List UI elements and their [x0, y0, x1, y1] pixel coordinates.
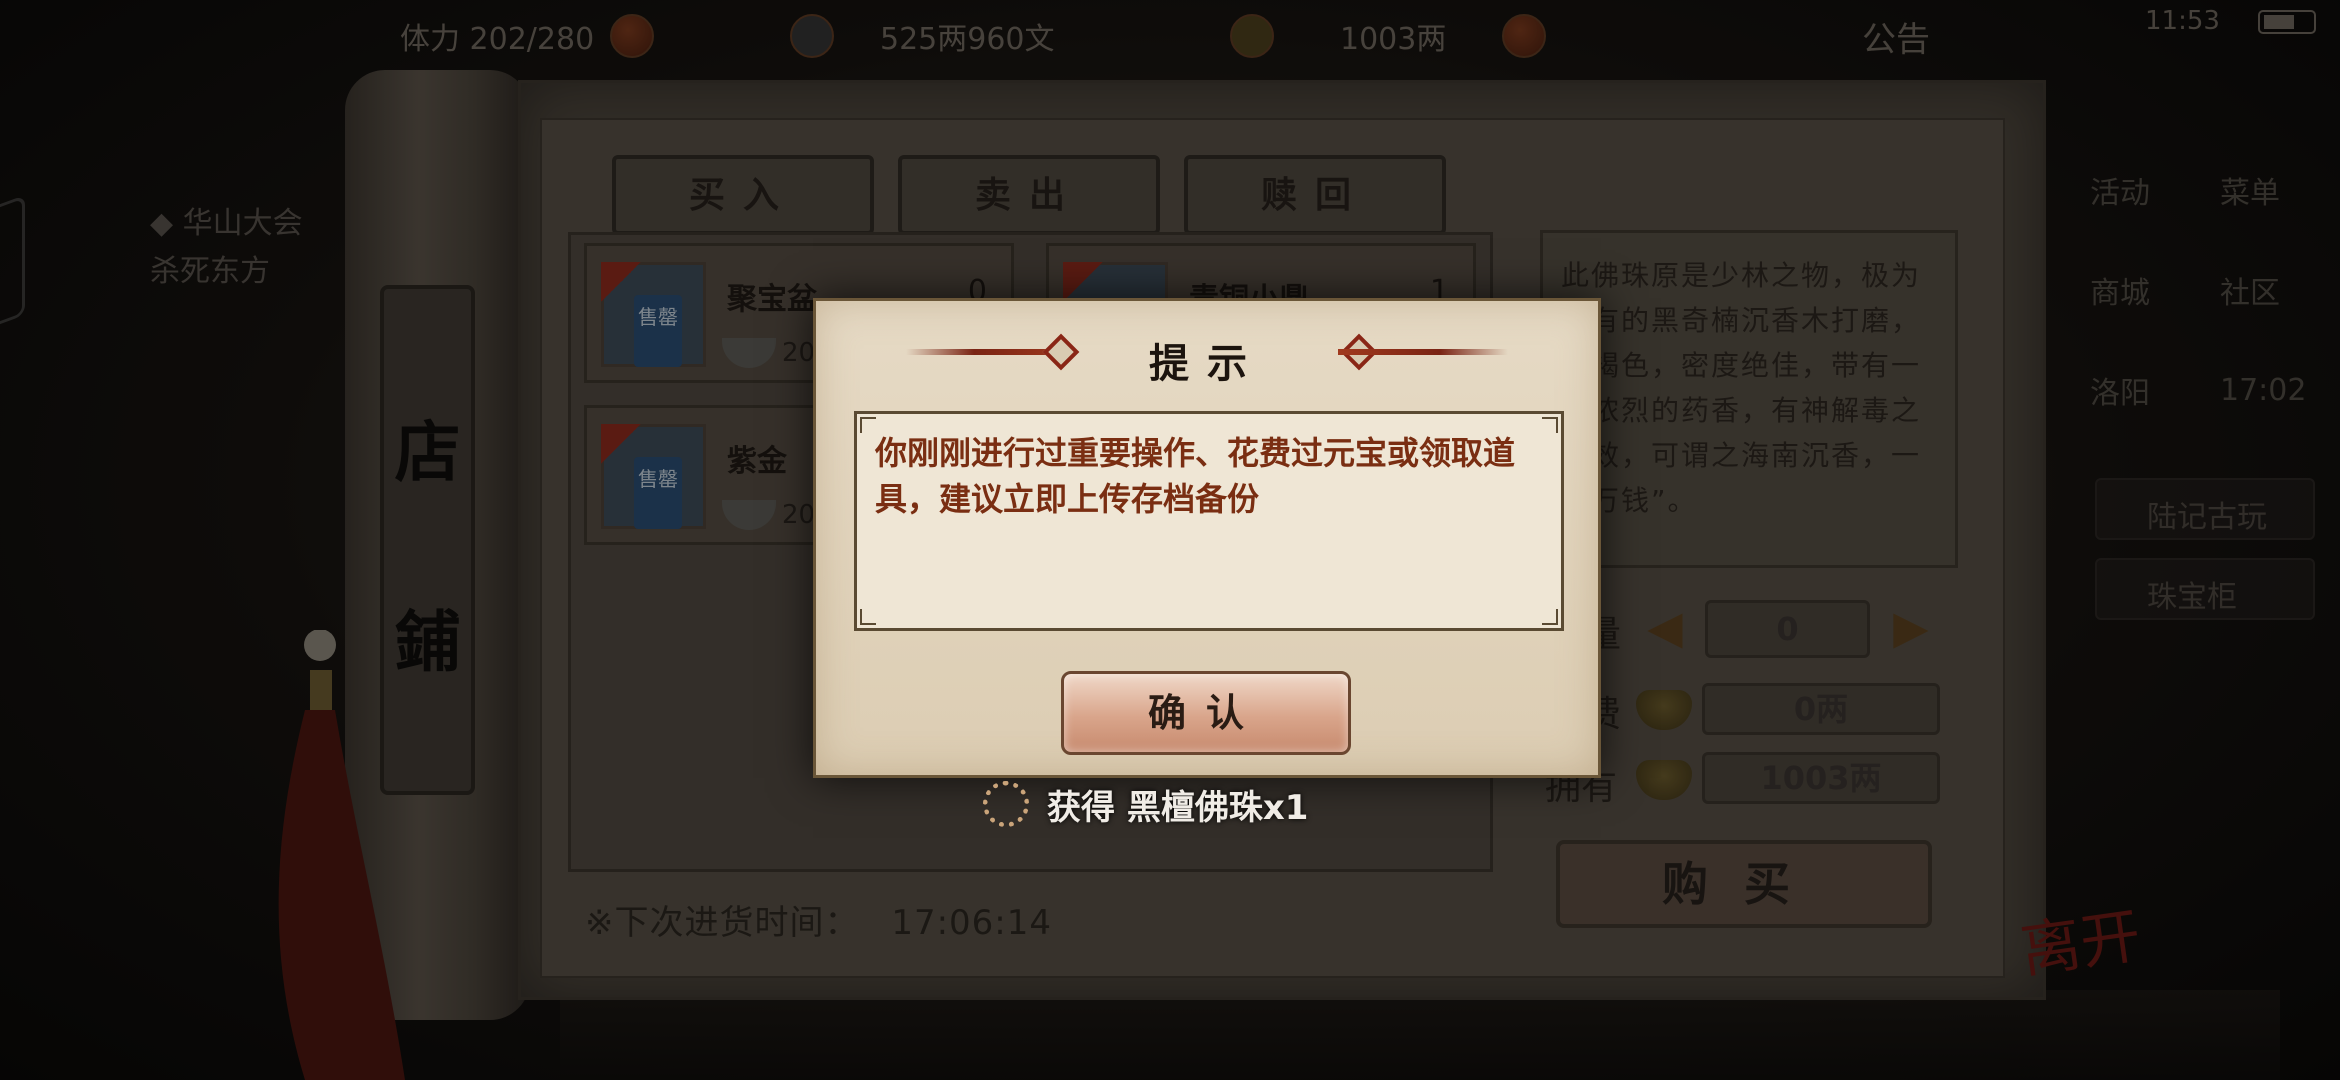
dialog-message-box: 你刚刚进行过重要操作、花费过元宝或领取道具，建议立即上传存档备份: [854, 411, 1564, 631]
tab-redeem[interactable]: 赎回: [1184, 155, 1446, 235]
restock-timer: ※下次进货时间： 17:06:14: [585, 895, 1052, 944]
silver-ingot-icon: [722, 338, 776, 368]
left-menu-toggle[interactable]: [0, 194, 25, 336]
quantity-field[interactable]: 0: [1705, 600, 1870, 658]
corner-ornament: [860, 417, 876, 433]
sold-out-badge: 售罄: [634, 295, 682, 367]
tab-sell[interactable]: 卖出: [898, 155, 1160, 235]
confirm-button[interactable]: 确认: [1061, 671, 1351, 755]
tag-icon: [1063, 262, 1103, 302]
silver-ingot-icon: [722, 500, 776, 530]
purple-gold-item-icon: 售罄: [601, 424, 706, 529]
ingot-display: 1003两: [1230, 14, 1547, 58]
tassel-ornament: [278, 630, 405, 1080]
stamina-display: 体力 202/280: [400, 14, 655, 58]
quest-desc: 杀死东方: [150, 254, 270, 289]
shop-entry-jewelry[interactable]: 珠宝柜: [2095, 558, 2315, 620]
location-time: 17:02: [2220, 372, 2307, 408]
decrease-arrow-icon[interactable]: ◀: [1636, 598, 1694, 660]
mall-button[interactable]: 商城: [2090, 268, 2150, 312]
title-ornament-right: [1338, 349, 1508, 355]
reward-text: 获得 黑檀佛珠x1: [1047, 787, 1309, 828]
owned-value: 1003两: [1702, 752, 1940, 804]
bottom-bar: [560, 990, 2280, 1080]
leave-seal[interactable]: 离开: [2015, 887, 2146, 990]
clock: 11:53: [2145, 6, 2220, 36]
prayer-beads-icon: [983, 781, 1029, 827]
corner-ornament: [1542, 609, 1558, 625]
dialog-title: 提示: [1149, 340, 1265, 387]
copper-display: 525两960文: [790, 14, 1055, 58]
cost-value: 0两: [1702, 683, 1940, 735]
add-ingot-icon[interactable]: [1502, 14, 1547, 58]
shop-entry-antique[interactable]: 陆记古玩: [2095, 478, 2315, 540]
corner-ornament: [1542, 417, 1558, 433]
increase-arrow-icon[interactable]: ▶: [1882, 598, 1940, 660]
copper-text: 525两960文: [880, 22, 1055, 57]
location-name: 洛阳: [2090, 376, 2150, 411]
dialog-message: 你刚刚进行过重要操作、花费过元宝或领取道具，建议立即上传存档备份: [875, 434, 1516, 518]
stamina-text: 体力 202/280: [400, 22, 595, 57]
restock-label: ※下次进货时间：: [585, 903, 860, 943]
menu-button[interactable]: 菜单: [2220, 168, 2280, 212]
ingot-text: 1003两: [1340, 22, 1447, 57]
add-stamina-icon[interactable]: [610, 14, 655, 58]
goods-price: 20: [782, 500, 816, 530]
right-menu: 活动 菜单 商城 社区 洛阳 17:02: [2090, 140, 2306, 440]
community-button[interactable]: 社区: [2220, 268, 2280, 312]
buy-button[interactable]: 购买: [1556, 840, 1932, 928]
goods-name: 紫金: [727, 444, 787, 479]
item-description: 此佛珠原是少林之物，极为稀有的黑奇楠沉香木打磨，黑褐色，密度绝佳，带有一股浓烈的…: [1540, 230, 1958, 568]
top-hud: 体力 202/280 525两960文 1003两 公告 11:53: [0, 0, 2340, 70]
quest-title: ◆ 华山大会: [150, 206, 303, 241]
restock-time: 17:06:14: [891, 903, 1053, 943]
sold-out-badge: 售罄: [634, 457, 682, 529]
reward-toast: 获得 黑檀佛珠x1: [983, 778, 1308, 830]
copper-icon: [790, 14, 834, 58]
goods-price: 20: [782, 338, 816, 368]
notice-button[interactable]: 公告: [1862, 12, 1930, 61]
goods-name: 聚宝盆: [727, 282, 817, 317]
shop-title-char-1: 店: [394, 413, 461, 491]
activity-button[interactable]: 活动: [2090, 168, 2150, 212]
quest-tracker[interactable]: ◆ 华山大会 杀死东方: [150, 200, 303, 296]
gold-ingot-icon: [1230, 14, 1274, 58]
tab-buy[interactable]: 买入: [612, 155, 874, 235]
corner-ornament: [860, 609, 876, 625]
prompt-dialog: 提示 你刚刚进行过重要操作、花费过元宝或领取道具，建议立即上传存档备份 确认: [813, 298, 1601, 778]
treasure-bowl-icon: 售罄: [601, 262, 706, 367]
battery-icon: [2258, 10, 2316, 34]
